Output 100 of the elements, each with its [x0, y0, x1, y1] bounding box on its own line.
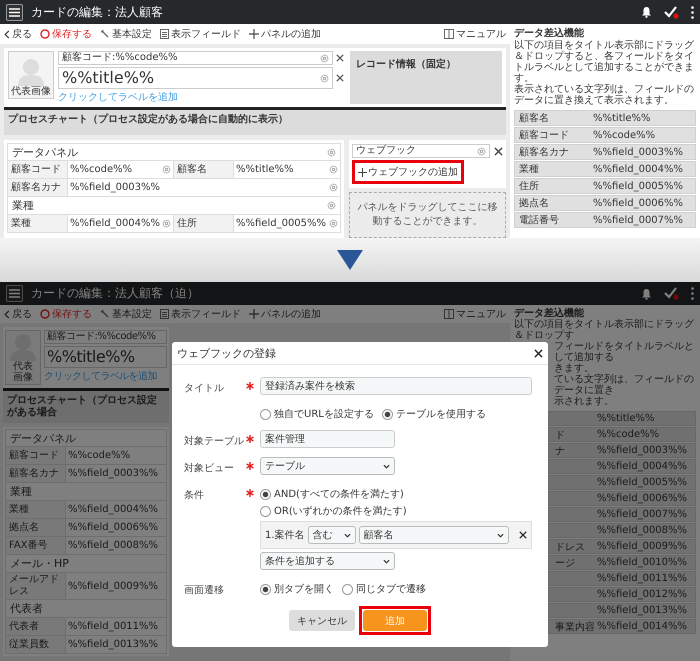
chip-value: %%field_0003%% — [593, 146, 684, 158]
radio-button[interactable] — [260, 408, 271, 420]
field-value: %%field_0008%% — [68, 540, 160, 551]
chevron-down-icon — [383, 464, 390, 468]
field-label: 顧客コード — [11, 164, 61, 176]
add-label-link[interactable]: クリックしてラベルを追加 — [58, 91, 344, 104]
chip-label: 事業内容 — [555, 620, 596, 634]
field-value: %%field_0005%% — [236, 218, 327, 229]
chip-label: 拠点名 — [518, 196, 550, 210]
add-panel-button[interactable]: パネルの追加 — [249, 27, 321, 41]
settings-button[interactable]: 基本設定 — [100, 307, 152, 321]
chip-value: %%field_0003%% — [597, 445, 688, 456]
radio-button[interactable] — [382, 408, 393, 420]
field-label: メールアドレス — [9, 574, 60, 598]
manual-link[interactable]: マニュアル — [444, 27, 506, 41]
close-icon — [336, 54, 344, 62]
field-chip[interactable]: 業種 %%field_0004%% — [514, 161, 696, 177]
field-chip[interactable]: 顧客名カナ %%field_0003%% — [514, 144, 696, 160]
select-field[interactable]: 含む — [308, 526, 356, 544]
chip-label: 顧客名 — [518, 112, 550, 125]
chip-value: %%field_0006%% — [593, 198, 684, 208]
save-button[interactable]: 保存する — [40, 27, 92, 41]
section-title: 業種 — [12, 198, 35, 213]
radio-button[interactable] — [260, 506, 271, 516]
avatar-label: 代表画像 — [11, 86, 51, 98]
more-icon — [691, 6, 694, 18]
text-field[interactable]: 案件管理 — [260, 430, 395, 448]
label-field[interactable]: %%title%% — [44, 346, 167, 368]
bell-icon — [641, 6, 652, 18]
dialog-title: ウェブフックの登録 — [177, 346, 277, 360]
close-icon — [534, 348, 543, 358]
circle-icon — [40, 29, 50, 39]
radio-button[interactable] — [260, 488, 271, 500]
close-icon — [519, 531, 527, 539]
chip-value: %%title%% — [597, 413, 655, 424]
radio-button[interactable] — [342, 584, 353, 594]
fields-button[interactable]: 表示フィールド — [160, 307, 241, 321]
add-label-link[interactable]: クリックしてラベルを追加 — [44, 370, 167, 383]
chip-label: ナ — [555, 444, 566, 458]
list-icon — [160, 309, 169, 319]
panel-title: データパネル — [10, 430, 77, 446]
fields-button[interactable]: 表示フィールド — [160, 27, 241, 41]
field-chip[interactable]: 電話番号 %%field_0007%% — [514, 212, 696, 228]
gear-icon — [162, 165, 171, 174]
back-button[interactable]: 戻る — [4, 27, 32, 41]
field-label: 従業員数 — [9, 638, 49, 650]
label-field[interactable]: 顧客コード:%%code%% — [58, 51, 333, 65]
chip-label: 電話番号 — [518, 214, 560, 227]
label-field[interactable]: %%title%% — [58, 67, 333, 89]
field-label: 顧客名カナ — [9, 468, 59, 480]
chip-value: %%field_0004%% — [597, 461, 688, 472]
description-text: 以下の項目をタイトル表示部にドラッグ＆ドロップすると、各フィールドをタイトルラベルとして追加することができます。 — [514, 40, 695, 84]
settings-button[interactable]: 基本設定 — [100, 27, 152, 41]
field-chip[interactable]: 住所 %%field_0005%% — [514, 178, 696, 194]
list-icon — [160, 29, 169, 39]
chip-value: %%field_0013%% — [597, 605, 688, 616]
manual-link[interactable]: マニュアル — [444, 307, 506, 321]
field-label: 拠点名 — [9, 522, 39, 534]
field-value: %%code%% — [68, 450, 132, 461]
check-icon — [664, 6, 679, 18]
section-title: メール・HP — [10, 556, 70, 571]
select-field[interactable]: テーブル — [260, 457, 395, 475]
remove-button[interactable] — [519, 531, 527, 539]
radio-button[interactable] — [260, 584, 271, 594]
chip-label: 顧客名カナ — [518, 146, 570, 159]
chip-label: ドレス — [555, 540, 586, 554]
avatar-label: 代表画像 — [12, 361, 34, 383]
field-chip[interactable]: 顧客名 %%title%% — [514, 110, 696, 126]
menu-button[interactable] — [6, 4, 23, 20]
field-chip[interactable]: 拠点名 %%field_0006%% — [514, 195, 696, 211]
plus-icon — [358, 168, 367, 176]
label-field[interactable]: 顧客コード:%%code%% — [44, 330, 167, 344]
select-field[interactable]: 顧客名 — [358, 526, 509, 544]
close-icon — [336, 74, 344, 82]
field-value: %%field_0006%% — [68, 522, 160, 533]
text-field[interactable]: 登録済み案件を検索 — [260, 377, 532, 395]
select-field[interactable]: 条件を追加する — [260, 552, 395, 570]
add-panel-button[interactable]: パネルの追加 — [249, 307, 321, 321]
field-label: 顧客名 — [177, 164, 207, 176]
gear-icon — [320, 74, 329, 82]
description-text: 表示されている文字列は、フィールドのデータに置き換えて表示されます。 — [514, 84, 695, 106]
field-label: 業種 — [11, 218, 31, 230]
field-value: %%field_0013%% — [68, 639, 160, 650]
add-button[interactable]: 追加 — [363, 610, 427, 631]
panel-title: データ差込機能 — [514, 27, 585, 40]
description-text: フィールドをタイトルラベルとして追加する — [554, 341, 695, 363]
bell-icon — [641, 288, 652, 300]
close-button[interactable] — [534, 348, 543, 358]
chip-label: 住所 — [518, 180, 540, 193]
cancel-button[interactable]: キャンセル — [289, 610, 355, 631]
field-label: FAX番号 — [9, 540, 48, 552]
webhook-field[interactable]: ウェブフック — [352, 144, 490, 158]
back-button[interactable]: 戻る — [4, 307, 32, 321]
chip-label: ド — [555, 428, 566, 442]
process-chart-box: プロセスチャート（プロセス設定がある場合に自動的に表示） — [4, 107, 506, 135]
field-chip[interactable]: 顧客コード %%code%% — [514, 127, 696, 143]
field-value: %%field_0003%% — [68, 468, 160, 479]
save-button[interactable]: 保存する — [40, 307, 92, 321]
chip-label: 顧客コード — [518, 128, 570, 142]
add-webhook-link[interactable]: ウェブフックの追加 — [356, 164, 460, 180]
